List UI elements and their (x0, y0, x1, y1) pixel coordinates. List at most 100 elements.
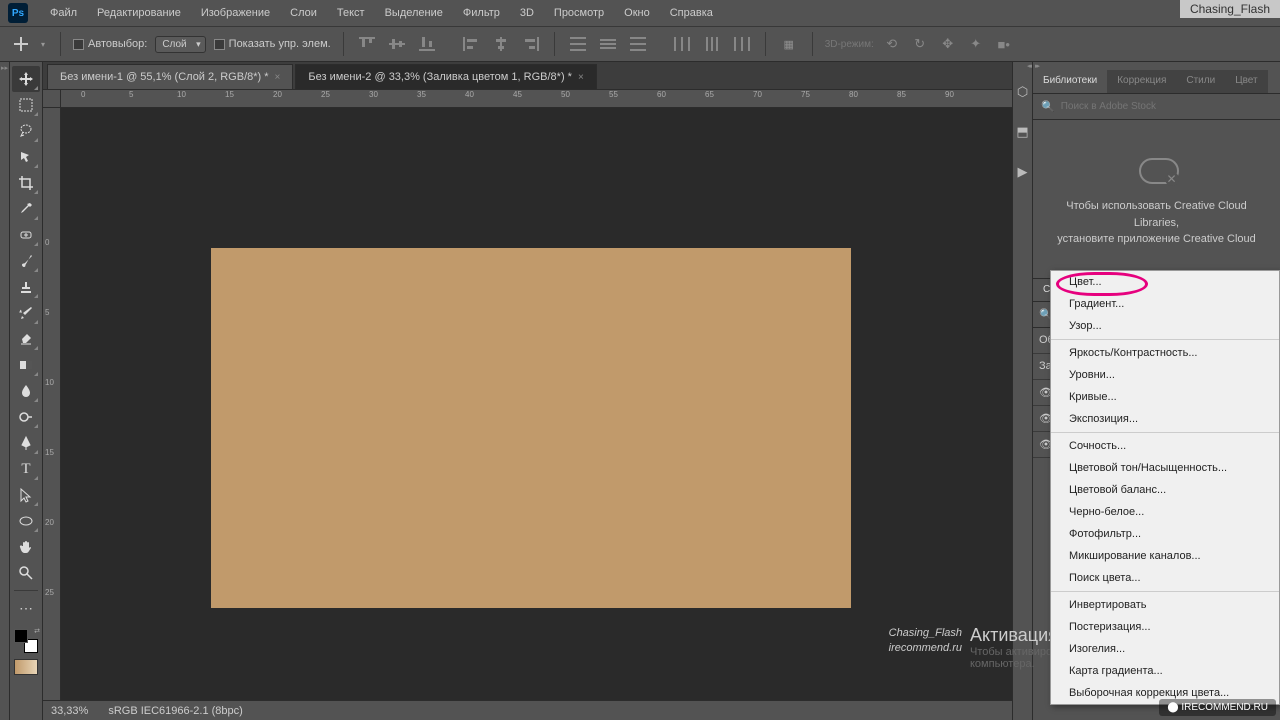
type-tool[interactable]: T (12, 456, 40, 482)
edit-toolbar-button[interactable]: ⋯ (12, 595, 40, 621)
stamp-tool[interactable] (12, 274, 40, 300)
distribute-hcenter-icon[interactable] (701, 33, 723, 55)
roll-icon[interactable]: ↻ (910, 34, 930, 54)
align-right-icon[interactable] (520, 33, 542, 55)
menu-item-цветовойтоннасыщенность[interactable]: Цветовой тон/Насыщенность... (1051, 457, 1279, 479)
menu-window[interactable]: Окно (614, 3, 660, 23)
distribute-left-icon[interactable] (671, 33, 693, 55)
color-swatches[interactable]: ⇄ (14, 629, 38, 653)
align-top-icon[interactable] (356, 33, 378, 55)
autoselect-target-select[interactable]: Слой (155, 36, 205, 53)
menu-item-сочность[interactable]: Сочность... (1051, 435, 1279, 457)
autoselect-checkbox[interactable]: Автовыбор: (73, 38, 147, 50)
tab-adjustments[interactable]: Коррекция (1107, 70, 1176, 93)
zoom-level[interactable]: 33,33% (51, 705, 88, 717)
blur-tool[interactable] (12, 378, 40, 404)
tab-color[interactable]: Цвет (1225, 70, 1267, 93)
show-controls-checkbox[interactable]: Показать упр. элем. (214, 38, 331, 50)
tab-styles[interactable]: Стили (1176, 70, 1225, 93)
options-bar: ▾ Автовыбор: Слой Показать упр. элем. ▦ … (0, 26, 1280, 62)
menu-item-цветовойбаланс[interactable]: Цветовой баланс... (1051, 479, 1279, 501)
zoom-tool[interactable] (12, 560, 40, 586)
align-vcenter-icon[interactable] (386, 33, 408, 55)
hand-tool[interactable] (12, 534, 40, 560)
doc-tab-2[interactable]: Без имени-2 @ 33,3% (Заливка цветом 1, R… (295, 64, 596, 89)
distribute-vcenter-icon[interactable] (597, 33, 619, 55)
menu-select[interactable]: Выделение (375, 3, 453, 23)
menu-item-градиент[interactable]: Градиент... (1051, 293, 1279, 315)
gradient-tool[interactable] (12, 352, 40, 378)
document-area: Без имени-1 @ 55,1% (Слой 2, RGB/8*) *× … (43, 62, 1012, 720)
menu-text[interactable]: Текст (327, 3, 375, 23)
color-profile: sRGB IEC61966-2.1 (8bpc) (108, 705, 243, 717)
auto-align-icon[interactable]: ▦ (778, 33, 800, 55)
scale-icon[interactable]: ■• (994, 34, 1014, 54)
cube-icon[interactable]: ⬡ (1014, 78, 1032, 106)
align-bottom-icon[interactable] (416, 33, 438, 55)
align-left-icon[interactable] (460, 33, 482, 55)
menu-item-поискцвета[interactable]: Поиск цвета... (1051, 567, 1279, 589)
menu-edit[interactable]: Редактирование (87, 3, 191, 23)
menu-view[interactable]: Просмотр (544, 3, 614, 23)
menu-item-изогелия[interactable]: Изогелия... (1051, 638, 1279, 660)
pen-tool[interactable] (12, 430, 40, 456)
menu-file[interactable]: Файл (40, 3, 87, 23)
ruler-tick: 5 (45, 308, 49, 317)
toolbox-handle[interactable]: ▸▸ (0, 62, 10, 720)
quick-select-tool[interactable] (12, 144, 40, 170)
canvas[interactable]: Chasing_Flash irecommend.ru (61, 108, 1012, 700)
ruler-origin[interactable] (43, 90, 61, 108)
author-tag: Chasing_Flash (1180, 0, 1280, 18)
stock-search-input[interactable] (1061, 101, 1272, 112)
eyedropper-tool[interactable] (12, 196, 40, 222)
menu-item-микшированиеканалов[interactable]: Микширование каналов... (1051, 545, 1279, 567)
distribute-bottom-icon[interactable] (627, 33, 649, 55)
distribute-right-icon[interactable] (731, 33, 753, 55)
align-hcenter-icon[interactable] (490, 33, 512, 55)
menu-image[interactable]: Изображение (191, 3, 280, 23)
menu-item-яркостьконтрастность[interactable]: Яркость/Контрастность... (1051, 342, 1279, 364)
distribute-top-icon[interactable] (567, 33, 589, 55)
close-icon[interactable]: × (275, 72, 281, 83)
history-brush-tool[interactable] (12, 300, 40, 326)
menu-item-кривые[interactable]: Кривые... (1051, 386, 1279, 408)
menu-item-чернобелое[interactable]: Черно-белое... (1051, 501, 1279, 523)
toolbox: T ⋯ ⇄ (10, 62, 43, 720)
lasso-tool[interactable] (12, 118, 40, 144)
menu-item-постеризация[interactable]: Постеризация... (1051, 616, 1279, 638)
tab-libraries[interactable]: Библиотеки (1033, 70, 1107, 93)
orbit-icon[interactable]: ⟲ (882, 34, 902, 54)
menu-help[interactable]: Справка (660, 3, 723, 23)
ruler-horizontal[interactable]: 051015202530354045505560657075808590 (61, 90, 1012, 108)
menu-item-фотофильтр[interactable]: Фотофильтр... (1051, 523, 1279, 545)
play-icon[interactable]: ▶ (1014, 158, 1032, 186)
menu-item-картаградиента[interactable]: Карта градиента... (1051, 660, 1279, 682)
menu-layers[interactable]: Слои (280, 3, 327, 23)
menu-filter[interactable]: Фильтр (453, 3, 510, 23)
move-tool-icon (12, 35, 30, 53)
marquee-tool[interactable] (12, 92, 40, 118)
ruler-tick: 15 (45, 448, 54, 457)
ruler-vertical[interactable]: 0510152025 (43, 108, 61, 700)
menu-item-экспозиция[interactable]: Экспозиция... (1051, 408, 1279, 430)
doc-tab-1[interactable]: Без имени-1 @ 55,1% (Слой 2, RGB/8*) *× (47, 64, 293, 89)
menu-item-инвертировать[interactable]: Инвертировать (1051, 594, 1279, 616)
brush-tool[interactable] (12, 248, 40, 274)
tool-preset-dropdown[interactable]: ▾ (38, 36, 48, 52)
menu-item-уровни[interactable]: Уровни... (1051, 364, 1279, 386)
healing-tool[interactable] (12, 222, 40, 248)
shape-tool[interactable] (12, 508, 40, 534)
crop-tool[interactable] (12, 170, 40, 196)
menu-item-узор[interactable]: Узор... (1051, 315, 1279, 337)
eraser-tool[interactable] (12, 326, 40, 352)
menu-item-цвет[interactable]: Цвет... (1051, 271, 1279, 293)
slide-icon[interactable]: ✦ (966, 34, 986, 54)
history-icon[interactable]: ⬒ (1014, 118, 1032, 146)
path-select-tool[interactable] (12, 482, 40, 508)
pan-icon[interactable]: ✥ (938, 34, 958, 54)
gradient-swatch[interactable] (14, 659, 38, 675)
menu-3d[interactable]: 3D (510, 3, 544, 23)
move-tool[interactable] (12, 66, 40, 92)
dodge-tool[interactable] (12, 404, 40, 430)
close-icon[interactable]: × (578, 72, 584, 83)
